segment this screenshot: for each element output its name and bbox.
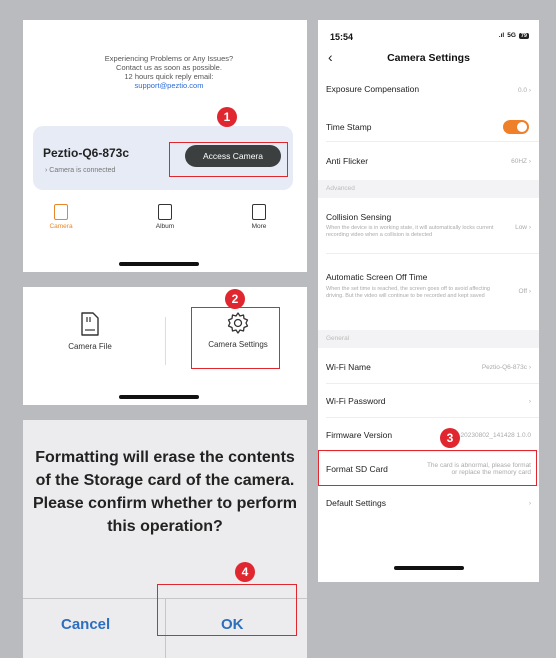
setting-label: Automatic Screen Off Time — [326, 272, 428, 282]
highlight-camera-settings — [191, 307, 280, 369]
highlight-access-camera — [169, 142, 288, 177]
status-time: 15:54 — [330, 32, 354, 42]
album-icon — [158, 204, 172, 220]
step-badge-4: 4 — [235, 562, 255, 582]
cancel-button[interactable]: Cancel — [61, 616, 110, 633]
setting-collision-sensing[interactable]: Collision Sensing When the device is in … — [318, 200, 539, 254]
signal-icon: .ıl — [498, 32, 505, 39]
setting-description: When the device is in working state, it … — [326, 225, 494, 238]
setting-label: Time Stamp — [326, 122, 372, 132]
setting-value: Off › — [518, 288, 531, 295]
camera-name: Peztio-Q6-873c — [43, 146, 130, 160]
setting-label: Wi-Fi Password — [326, 396, 386, 406]
step-badge-3: 3 — [440, 428, 460, 448]
home-indicator — [119, 395, 199, 399]
setting-value: 20230802_141428 1.0.0 — [460, 432, 532, 439]
setting-timestamp: Time Stamp — [318, 112, 539, 142]
sd-card-icon — [81, 312, 99, 336]
highlight-format-sd-card — [318, 450, 537, 486]
setting-value: 0.0 › — [517, 87, 531, 94]
step-badge-2: 2 — [225, 289, 245, 309]
camera-status-text: Camera is connected — [49, 167, 116, 174]
home-indicator — [119, 262, 199, 266]
setting-value: Peztio-Q6-873c › — [481, 364, 531, 371]
chevron-right-icon: › — [528, 500, 531, 507]
setting-auto-screen-off[interactable]: Automatic Screen Off Time When the set t… — [318, 256, 539, 320]
row-divider — [326, 141, 539, 142]
section-header-advanced: Advanced — [318, 180, 539, 198]
setting-label: Default Settings — [326, 498, 387, 508]
row-divider — [326, 253, 539, 254]
camera-icon — [54, 204, 68, 220]
section-label: Advanced — [326, 185, 355, 192]
battery-icon: 79 — [518, 32, 529, 39]
setting-default-settings[interactable]: Default Settings › — [318, 486, 539, 520]
tools-divider — [165, 317, 166, 365]
home-indicator — [394, 566, 464, 570]
tools-panel: Camera File Camera Settings 2 — [23, 287, 307, 405]
setting-description: When the set time is reached, the screen… — [326, 286, 490, 299]
camera-status: › Camera is connected — [45, 167, 116, 174]
nav-album-label: Album — [155, 223, 175, 230]
nav-album[interactable]: Album — [135, 204, 195, 230]
step-badge-1: 1 — [217, 107, 237, 127]
setting-value: Low › — [515, 224, 531, 231]
setting-anti-flicker[interactable]: Anti Flicker 60HZ › — [318, 144, 539, 178]
setting-label: Collision Sensing — [326, 212, 392, 222]
nav-more[interactable]: More — [229, 204, 289, 230]
setting-wifi-password[interactable]: Wi-Fi Password › — [318, 384, 539, 418]
setting-label: Exposure Compensation — [326, 84, 420, 94]
setting-label: Wi-Fi Name — [326, 362, 371, 372]
more-icon — [252, 204, 266, 220]
section-label: General — [326, 335, 350, 342]
support-line: 12 hours quick reply email: — [124, 72, 214, 81]
setting-label: Anti Flicker — [326, 156, 369, 166]
page-title: Camera Settings — [387, 52, 470, 64]
home-screen-panel: Experiencing Problems or Any Issues? Con… — [23, 20, 307, 272]
support-line: Experiencing Problems or Any Issues? — [104, 54, 234, 63]
setting-label: Firmware Version — [326, 430, 393, 440]
nav-camera-label: Camera — [49, 223, 73, 230]
support-line: Contact us as soon as possible. — [116, 63, 222, 72]
network-type: 5G — [507, 32, 516, 39]
format-confirm-dialog: Formatting will erase the contents of th… — [23, 420, 307, 658]
nav-more-label: More — [251, 223, 267, 230]
status-indicators: .ıl 5G 79 — [499, 32, 529, 39]
nav-camera[interactable]: Camera — [31, 204, 91, 230]
setting-firmware-version: Firmware Version 20230802_141428 1.0.0 — [318, 418, 539, 452]
dialog-message: Formatting will erase the contents of th… — [32, 449, 298, 535]
setting-exposure[interactable]: Exposure Compensation 0.0 › — [318, 80, 539, 104]
timestamp-toggle[interactable] — [503, 120, 529, 134]
camera-file-button[interactable]: Camera File — [45, 311, 135, 351]
support-email-link[interactable]: support@peztio.com — [69, 81, 269, 90]
support-contact: Experiencing Problems or Any Issues? Con… — [69, 54, 269, 90]
setting-wifi-name[interactable]: Wi-Fi Name Peztio-Q6-873c › — [318, 350, 539, 384]
camera-file-label: Camera File — [68, 342, 112, 351]
section-header-general: General — [318, 330, 539, 348]
setting-value: 60HZ › — [511, 158, 531, 165]
chevron-right-icon: › — [528, 398, 531, 405]
highlight-ok — [157, 584, 297, 636]
camera-settings-screen: 15:54 .ıl 5G 79 ‹ Camera Settings Exposu… — [318, 20, 539, 582]
